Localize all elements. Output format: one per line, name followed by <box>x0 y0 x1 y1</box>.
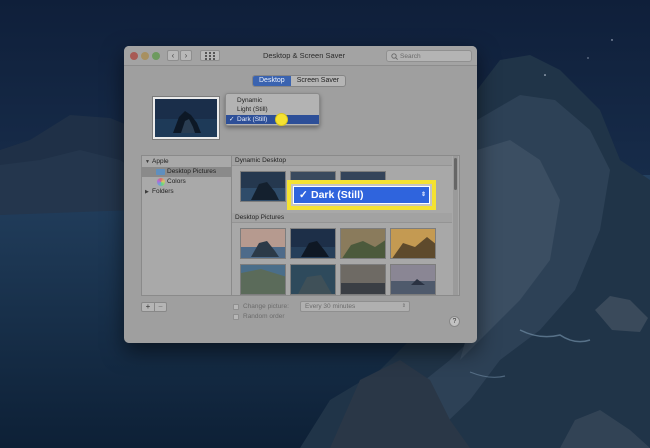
wallpaper-thumbnail[interactable] <box>290 264 336 295</box>
source-sidebar: ▼ Apple Desktop Pictures Colors ▶ Folder… <box>141 155 232 296</box>
stepper-arrows-icon: ⇕ <box>401 303 406 309</box>
window-title: Desktop & Screen Saver <box>262 51 346 60</box>
grid-icon <box>205 52 215 60</box>
color-wheel-icon <box>157 178 165 186</box>
random-order-option[interactable]: Random order <box>233 312 303 322</box>
wallpaper-thumbnail[interactable] <box>240 228 286 259</box>
menu-item-dynamic[interactable]: Dynamic <box>226 96 319 105</box>
search-field[interactable] <box>386 50 472 62</box>
section-dynamic-desktop: Dynamic Desktop <box>232 156 452 166</box>
show-all-button[interactable] <box>200 50 220 61</box>
back-button[interactable]: ‹ <box>167 50 179 61</box>
remove-folder-button[interactable]: − <box>154 303 166 311</box>
change-picture-option[interactable]: Change picture: <box>233 302 303 312</box>
search-input[interactable] <box>400 51 470 61</box>
search-icon <box>391 53 398 60</box>
zoom-window-button[interactable] <box>152 52 160 60</box>
tab-desktop[interactable]: Desktop <box>253 76 291 86</box>
scrollbar-thumb[interactable] <box>454 158 457 190</box>
wallpaper-thumbnail[interactable] <box>240 264 286 295</box>
sidebar-group-apple[interactable]: ▼ Apple <box>142 157 231 167</box>
folder-icon <box>156 169 165 175</box>
sidebar-item-colors[interactable]: Colors <box>142 177 231 187</box>
zoomed-callout: ✓ Dark (Still) ⇕ <box>287 180 436 210</box>
sidebar-group-folders[interactable]: ▶ Folders <box>142 187 231 197</box>
add-remove-controls: + − <box>141 302 167 312</box>
wallpaper-thumbnail[interactable] <box>240 171 286 202</box>
wallpaper-thumbnail[interactable] <box>390 264 436 295</box>
disclosure-closed-icon[interactable]: ▶ <box>145 187 149 197</box>
change-interval-select[interactable]: Every 30 minutes ⇕ <box>300 301 410 312</box>
forward-button[interactable]: › <box>180 50 192 61</box>
wallpaper-appearance-menu: Dynamic Light (Still) ✓ Dark (Still) <box>225 93 320 126</box>
disclosure-open-icon[interactable]: ▼ <box>145 157 150 167</box>
menu-item-light-still[interactable]: Light (Still) <box>226 105 319 114</box>
callout-marker-dot <box>275 113 288 126</box>
tab-screen-saver[interactable]: Screen Saver <box>291 76 345 86</box>
random-order-checkbox[interactable] <box>233 314 239 320</box>
title-bar: ‹ › Desktop & Screen Saver <box>124 46 477 66</box>
close-window-button[interactable] <box>130 52 138 60</box>
minimize-window-button[interactable] <box>141 52 149 60</box>
section-desktop-pictures: Desktop Pictures <box>232 213 452 223</box>
tab-bar: Desktop Screen Saver <box>252 75 347 87</box>
wallpaper-thumbnail[interactable] <box>340 228 386 259</box>
wallpaper-thumbnail[interactable] <box>290 228 336 259</box>
wallpaper-thumbnail[interactable] <box>390 228 436 259</box>
checkmark-icon: ✓ <box>229 116 235 123</box>
stepper-arrows-icon: ⇕ <box>420 192 426 198</box>
wallpaper-thumbnail[interactable] <box>340 264 386 295</box>
callout-dark-still-item: ✓ Dark (Still) ⇕ <box>293 186 430 204</box>
change-picture-checkbox[interactable] <box>233 304 239 310</box>
add-folder-button[interactable]: + <box>142 303 154 311</box>
menu-item-dark-still[interactable]: ✓ Dark (Still) <box>226 115 319 124</box>
wallpaper-browser: Dynamic Desktop Desktop Pictures <box>231 155 460 296</box>
sidebar-item-desktop-pictures[interactable]: Desktop Pictures <box>142 167 231 177</box>
content-scrollbar[interactable] <box>453 156 458 295</box>
current-wallpaper-preview <box>152 96 220 140</box>
help-button[interactable]: ? <box>449 316 460 327</box>
checkmark-icon: ✓ <box>299 189 308 201</box>
